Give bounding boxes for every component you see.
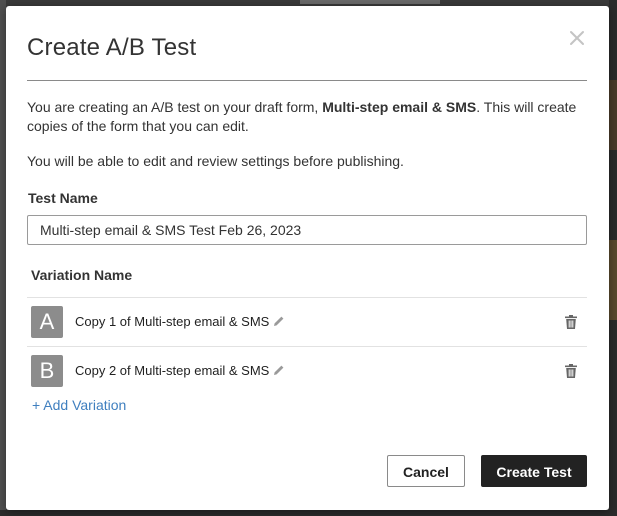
dialog-title: Create A/B Test: [27, 34, 197, 61]
variation-name-text: Copy 1 of Multi-step email & SMS: [75, 314, 270, 329]
close-icon[interactable]: [567, 28, 587, 48]
trash-icon[interactable]: [565, 315, 577, 329]
title-divider: [27, 80, 587, 81]
test-name-label: Test Name: [28, 190, 98, 206]
pencil-icon[interactable]: [273, 315, 285, 327]
add-variation-link[interactable]: + Add Variation: [32, 397, 126, 413]
create-test-button[interactable]: Create Test: [481, 455, 587, 487]
variation-row: A Copy 1 of Multi-step email & SMS: [27, 297, 587, 346]
pencil-icon[interactable]: [273, 364, 285, 376]
review-note: You will be able to edit and review sett…: [27, 153, 404, 169]
test-name-input[interactable]: [27, 215, 587, 245]
variation-letter-badge: B: [31, 355, 63, 387]
variation-name-text: Copy 2 of Multi-step email & SMS: [75, 363, 270, 378]
variation-name[interactable]: Copy 1 of Multi-step email & SMS: [75, 314, 285, 329]
intro-text: You are creating an A/B test on your dra…: [27, 98, 587, 136]
variation-list: A Copy 1 of Multi-step email & SMS B Cop…: [27, 297, 587, 395]
variation-letter-badge: A: [31, 306, 63, 338]
form-name: Multi-step email & SMS: [322, 99, 477, 115]
background-page-accent: [609, 240, 617, 320]
variation-row: B Copy 2 of Multi-step email & SMS: [27, 346, 587, 395]
intro-prefix: You are creating an A/B test on your dra…: [27, 99, 323, 115]
variation-name[interactable]: Copy 2 of Multi-step email & SMS: [75, 363, 285, 378]
background-page-top: [300, 0, 440, 4]
background-page-bottom: [0, 510, 617, 516]
cancel-button[interactable]: Cancel: [387, 455, 465, 487]
create-ab-test-dialog: Create A/B Test You are creating an A/B …: [6, 6, 609, 510]
trash-icon[interactable]: [565, 364, 577, 378]
variation-name-label: Variation Name: [31, 267, 133, 283]
background-page-accent: [609, 80, 617, 150]
